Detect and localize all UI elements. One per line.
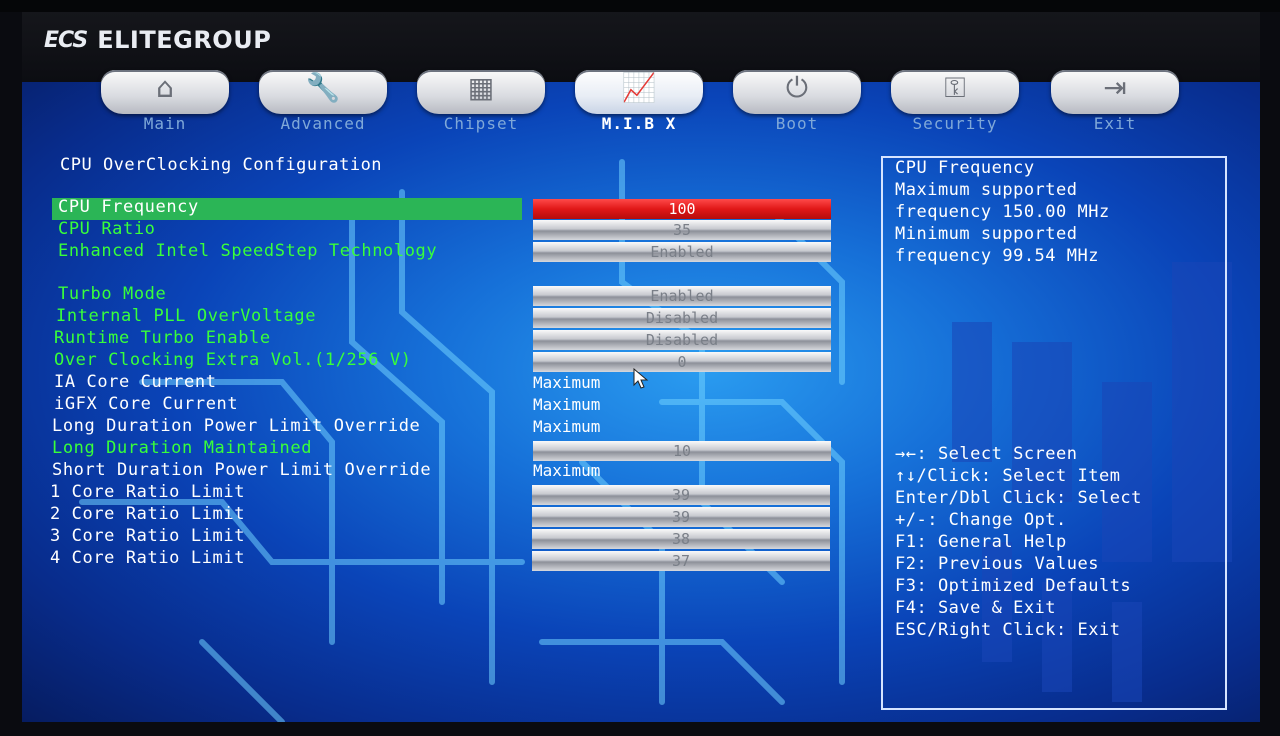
setting-value-cpu-ratio[interactable]: 35 [533, 220, 831, 240]
setting-value-runtime-turbo[interactable]: Disabled [533, 330, 831, 350]
setting-value-cpu-frequency[interactable]: 100 [533, 199, 831, 219]
mouse-pointer-icon [633, 368, 649, 389]
setting-value-3-core-ratio[interactable]: 38 [532, 529, 830, 549]
tab-main[interactable]: ⌂ Main [95, 66, 235, 136]
tab-mibx[interactable]: 📈 M.I.B X [569, 66, 709, 136]
setting-value-speedstep[interactable]: Enabled [533, 242, 831, 262]
help-description-line: frequency 99.54 MHz [895, 246, 1099, 266]
page-title: CPU OverClocking Configuration [60, 155, 383, 175]
home-icon: ⌂ [156, 71, 174, 104]
setting-label-ia-core-current: IA Core Current [54, 372, 217, 392]
setting-label-long-duration-override: Long Duration Power Limit Override [52, 416, 421, 436]
key-hint-f2: F2: Previous Values [895, 554, 1099, 574]
tab-exit-label: Exit [1093, 114, 1137, 133]
key-hint-change-opt: +/-: Change Opt. [895, 510, 1067, 530]
help-description-line: frequency 150.00 MHz [895, 202, 1110, 222]
setting-value-short-duration-override: Maximum [533, 461, 601, 480]
setting-label-extra-voltage[interactable]: Over Clocking Extra Vol.(1/256 V) [54, 350, 412, 370]
setting-label-cpu-frequency[interactable]: CPU Frequency [58, 197, 199, 217]
tab-exit[interactable]: ⇥ Exit [1045, 66, 1185, 136]
setting-value-long-duration-maintained[interactable]: 10 [533, 441, 831, 461]
wrench-icon: 🔧 [305, 71, 341, 104]
tab-advanced[interactable]: 🔧 Advanced [253, 66, 393, 136]
setting-label-runtime-turbo[interactable]: Runtime Turbo Enable [54, 328, 271, 348]
setting-label-cpu-ratio[interactable]: CPU Ratio [58, 219, 156, 239]
key-hint-f1: F1: General Help [895, 532, 1067, 552]
setting-value-extra-voltage[interactable]: 0 [533, 352, 831, 372]
exit-icon: ⇥ [1103, 71, 1127, 104]
key-hint-esc: ESC/Right Click: Exit [895, 620, 1121, 640]
brand-name: ELITEGROUP [97, 26, 272, 54]
setting-label-turbo-mode[interactable]: Turbo Mode [58, 284, 166, 304]
help-description-line: Maximum supported [895, 180, 1078, 200]
tab-main-label: Main [143, 114, 187, 133]
chip-icon: ▦ [467, 71, 495, 104]
setting-label-4-core-ratio: 4 Core Ratio Limit [50, 548, 246, 568]
setting-label-speedstep[interactable]: Enhanced Intel SpeedStep Technology [58, 241, 437, 261]
help-title: CPU Frequency [895, 158, 1035, 178]
key-icon: ⚿ [944, 71, 966, 104]
tab-advanced-label: Advanced [280, 114, 366, 133]
tab-security[interactable]: ⚿ Security [885, 66, 1025, 136]
setting-label-long-duration-maintained[interactable]: Long Duration Maintained [52, 438, 312, 458]
monitor-bezel [0, 0, 1280, 12]
setting-value-4-core-ratio[interactable]: 37 [532, 551, 830, 571]
setting-label-3-core-ratio: 3 Core Ratio Limit [50, 526, 246, 546]
key-hint-f3: F3: Optimized Defaults [895, 576, 1132, 596]
key-hint-select-item: ↑↓/Click: Select Item [895, 466, 1121, 486]
setting-value-igfx-core-current: Maximum [533, 395, 601, 414]
tab-bar: ⌂ Main 🔧 Advanced ▦ Chipset 📈 M.I.B X ⏻ … [95, 66, 1195, 136]
tab-security-label: Security [912, 114, 998, 133]
tab-boot[interactable]: ⏻ Boot [727, 66, 867, 136]
chart-icon: 📈 [621, 71, 657, 104]
setting-value-1-core-ratio[interactable]: 39 [532, 485, 830, 505]
setting-label-short-duration-override: Short Duration Power Limit Override [52, 460, 432, 480]
brand-logo: ECS ELITEGROUP [44, 26, 271, 54]
tab-boot-label: Boot [775, 114, 819, 133]
setting-value-long-duration-override: Maximum [533, 417, 601, 436]
help-panel: CPU Frequency Maximum supported frequenc… [881, 156, 1227, 710]
setting-label-pll-overvoltage[interactable]: Internal PLL OverVoltage [56, 306, 316, 326]
key-hint-enter: Enter/Dbl Click: Select [895, 488, 1142, 508]
tab-chipset[interactable]: ▦ Chipset [411, 66, 551, 136]
setting-value-2-core-ratio[interactable]: 39 [532, 507, 830, 527]
tab-mibx-label: M.I.B X [601, 114, 677, 133]
setting-label-igfx-core-current: iGFX Core Current [54, 394, 239, 414]
setting-value-turbo-mode[interactable]: Enabled [533, 286, 831, 306]
setting-label-2-core-ratio: 2 Core Ratio Limit [50, 504, 246, 524]
key-hint-f4: F4: Save & Exit [895, 598, 1057, 618]
tab-chipset-label: Chipset [443, 114, 519, 133]
ecs-logo-mark: ECS [44, 27, 88, 53]
help-description-line: Minimum supported [895, 224, 1078, 244]
power-icon: ⏻ [785, 71, 809, 104]
setting-label-1-core-ratio: 1 Core Ratio Limit [50, 482, 246, 502]
bios-screen: ECS ELITEGROUP ⌂ Main 🔧 Advanced ▦ Chips… [0, 0, 1280, 736]
key-hint-select-screen: →←: Select Screen [895, 444, 1078, 464]
setting-value-ia-core-current: Maximum [533, 373, 601, 392]
setting-value-pll-overvoltage[interactable]: Disabled [533, 308, 831, 328]
